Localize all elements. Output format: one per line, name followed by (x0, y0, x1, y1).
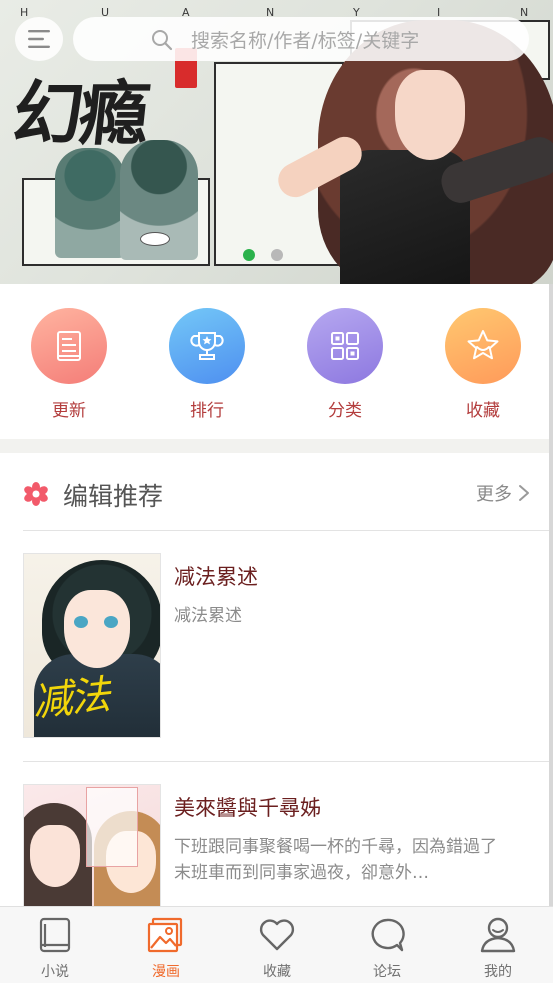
editor-picks-header: 编辑推荐 更多 (23, 463, 530, 525)
tab-label: 论坛 (373, 964, 401, 980)
banner-character (395, 70, 465, 160)
tab-label: 收藏 (263, 964, 291, 980)
carousel-indicators (243, 249, 283, 261)
quick-nav-circle (31, 308, 107, 384)
divider (23, 761, 553, 762)
comic-description: 下班跟同事聚餐喝一杯的千尋，因為錯過了末班車而到同事家過夜，卻意外… (174, 837, 497, 883)
tab-label: 小说 (41, 964, 69, 980)
more-label: 更多 (476, 484, 512, 505)
tab-forum[interactable]: 论坛 (347, 915, 427, 981)
quick-nav-label: 更新 (52, 401, 86, 421)
comic-list-item[interactable]: 减法 减法累述 减法累述 (23, 553, 553, 738)
cover-title-strip (86, 787, 138, 867)
comic-description: 减法累述 (174, 606, 242, 626)
banner-character (55, 148, 125, 258)
comic-title[interactable]: 减法累述 (174, 561, 258, 591)
novel-book-icon (39, 917, 71, 953)
quick-nav-label: 收藏 (466, 401, 500, 421)
search-icon (152, 30, 173, 51)
grid-icon (331, 332, 359, 360)
menu-button[interactable] (15, 17, 63, 61)
banner-letter: N (520, 6, 530, 19)
quick-nav-favorites[interactable]: 收藏 (438, 308, 528, 421)
quick-nav-updates[interactable]: 更新 (24, 308, 114, 421)
book-icon (57, 331, 81, 361)
quick-nav-ranking[interactable]: 排行 (162, 308, 252, 421)
search-bar[interactable]: 搜索名称/作者/标签/关键字 (73, 17, 529, 61)
cover-title-art: 减法 (30, 672, 111, 726)
comic-picture-icon (147, 917, 183, 953)
divider (23, 530, 553, 531)
comic-title[interactable]: 美來醬與千尋姊 (174, 792, 321, 822)
scroll-edge (549, 284, 553, 906)
trophy-icon (190, 332, 224, 360)
banner-speech-bubble (140, 232, 170, 246)
star-icon (467, 330, 499, 360)
quick-nav-circle (445, 308, 521, 384)
section-title: 编辑推荐 (63, 482, 164, 511)
tab-profile[interactable]: 我的 (458, 915, 538, 981)
banner-letter: H (20, 6, 30, 19)
search-input[interactable]: 搜索名称/作者/标签/关键字 (191, 26, 419, 53)
flower-icon (24, 482, 48, 506)
quick-nav-category[interactable]: 分类 (300, 308, 390, 421)
carousel-dot-active[interactable] (243, 249, 255, 261)
tab-novel[interactable]: 小说 (15, 915, 95, 981)
quick-nav: 更新 排行 分类 收藏 (0, 284, 553, 439)
quick-nav-circle (169, 308, 245, 384)
carousel-dot[interactable] (271, 249, 283, 261)
heart-icon (259, 919, 295, 951)
banner-title-art: 幻瘾 (9, 72, 150, 155)
quick-nav-label: 排行 (190, 401, 224, 421)
section-divider (0, 439, 553, 453)
tab-favorites[interactable]: 收藏 (237, 915, 317, 981)
chat-bubble-icon (371, 918, 405, 952)
user-icon (480, 917, 516, 953)
quick-nav-label: 分类 (328, 401, 362, 421)
hamburger-menu-icon (28, 30, 50, 48)
chevron-right-icon (519, 485, 529, 501)
tab-label: 我的 (484, 964, 512, 980)
bottom-tab-bar: 小说 漫画 收藏 论坛 我的 (0, 906, 553, 983)
quick-nav-circle (307, 308, 383, 384)
tab-label: 漫画 (152, 964, 180, 980)
comic-cover[interactable]: 减法 (23, 553, 161, 738)
tab-comic[interactable]: 漫画 (126, 915, 206, 981)
more-link[interactable]: 更多 (476, 480, 530, 506)
